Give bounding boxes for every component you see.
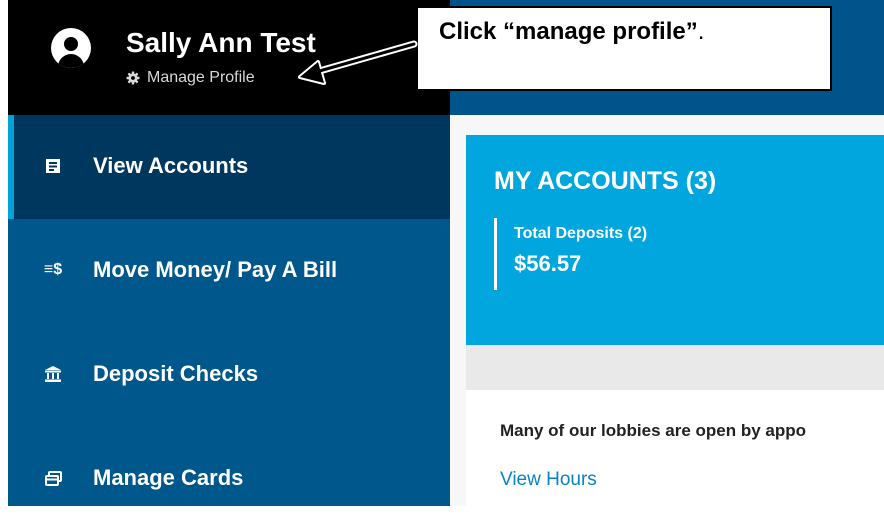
bank-icon <box>41 363 65 385</box>
manage-profile-link[interactable]: Manage Profile <box>126 67 255 89</box>
sidebar-item-move-money[interactable]: ≡$ Move Money/ Pay A Bill <box>8 219 450 323</box>
avatar-icon <box>51 28 91 68</box>
active-indicator <box>8 115 14 219</box>
section-divider <box>466 345 884 390</box>
sidebar-item-label: Manage Cards <box>93 465 244 490</box>
total-deposits-summary[interactable]: Total Deposits (2) $56.57 <box>494 218 647 290</box>
accounts-title: MY ACCOUNTS (3) <box>494 167 717 195</box>
lobby-notice-text: Many of our lobbies are open by appo <box>500 421 807 440</box>
total-deposits-amount: $56.57 <box>514 251 582 276</box>
accounts-icon <box>41 155 65 177</box>
sidebar-item-manage-cards[interactable]: Manage Cards <box>8 427 450 531</box>
sidebar-item-deposit-checks[interactable]: Deposit Checks <box>8 323 450 427</box>
sidebar-item-label: Deposit Checks <box>93 361 259 386</box>
manage-profile-label: Manage Profile <box>147 69 255 86</box>
view-hours-link[interactable]: View Hours <box>500 469 597 491</box>
profile-header: Sally Ann Test Manage Profile <box>8 0 450 115</box>
sidebar-nav: View Accounts ≡$ Move Money/ Pay A Bill … <box>8 115 450 506</box>
callout-text: Click “manage profile”. <box>439 18 704 46</box>
sidebar-item-label: Move Money/ Pay A Bill <box>93 257 338 282</box>
user-name: Sally Ann Test <box>126 27 316 58</box>
page-edge <box>0 0 8 506</box>
callout-suffix: . <box>697 18 705 45</box>
instruction-callout: Click “manage profile”. <box>416 6 832 91</box>
lobby-notice-panel: Many of our lobbies are open by appo Vie… <box>466 390 884 506</box>
transfer-icon: ≡$ <box>43 261 63 278</box>
callout-highlight: “manage profile” <box>503 18 698 45</box>
my-accounts-card[interactable]: MY ACCOUNTS (3) Total Deposits (2) $56.5… <box>466 135 884 345</box>
callout-prefix: Click <box>439 18 504 45</box>
sidebar-item-label: View Accounts <box>93 153 249 178</box>
gear-icon <box>126 71 140 85</box>
card-icon <box>41 467 65 489</box>
sidebar-item-view-accounts[interactable]: View Accounts <box>8 115 450 219</box>
total-deposits-label: Total Deposits (2) <box>514 225 648 242</box>
